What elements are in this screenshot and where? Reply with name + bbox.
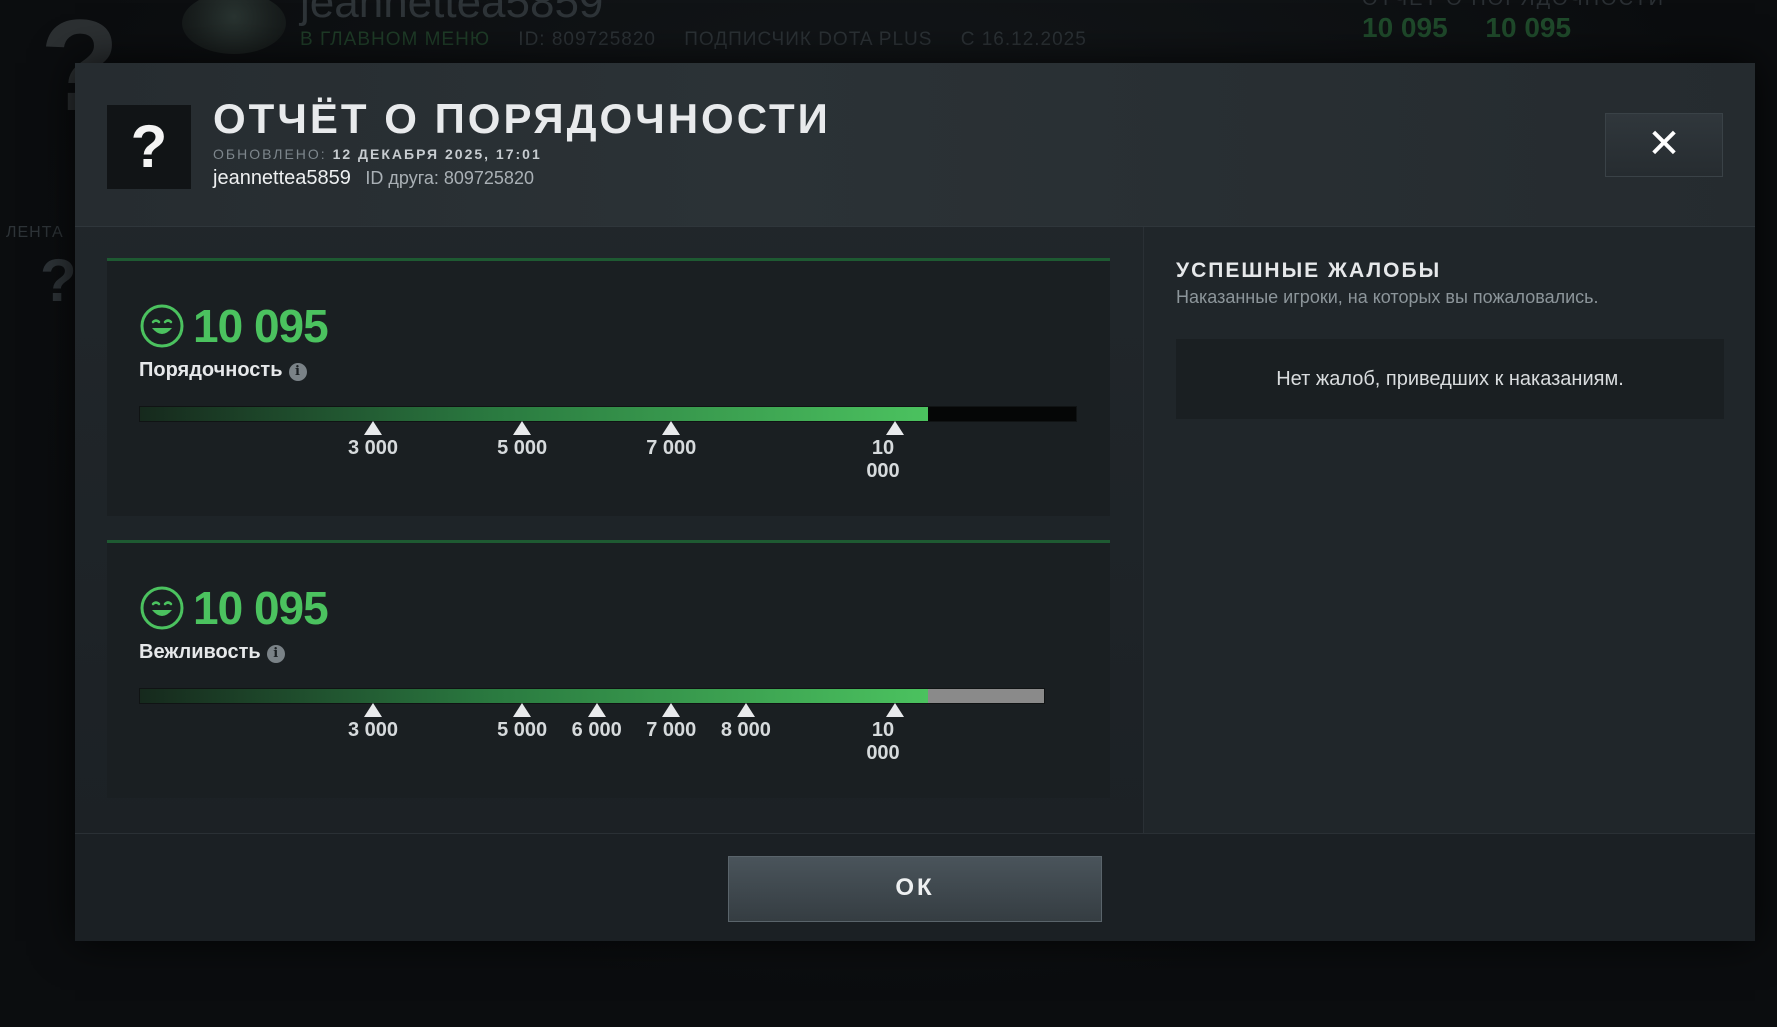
threshold-label: 3 000 (347, 719, 399, 741)
background-conduct-scores: 10 095 10 095 (1362, 12, 1601, 44)
info-icon[interactable]: i (288, 363, 307, 381)
threshold-marker (736, 703, 755, 717)
background-since: С 16.12.2025 (960, 29, 1087, 50)
friend-id: ID друга: 809725820 (365, 168, 534, 188)
threshold-label: 7 000 (646, 437, 697, 459)
background-conduct-score: 10 095 (1362, 12, 1448, 43)
threshold-marker (364, 703, 382, 717)
conduct-report-dialog: ? ОТЧЁТ О ПОРЯДОЧНОСТИ ОБНОВЛЕНО: 12 ДЕК… (75, 63, 1755, 941)
background-player-name: jeannettea5859 (300, 0, 604, 27)
conduct-label: Порядочность (139, 359, 283, 381)
dialog-title: ОТЧЁТ О ПОРЯДОЧНОСТИ (213, 95, 831, 142)
close-icon: ✕ (1647, 122, 1681, 166)
threshold-label: 5 000 (497, 437, 548, 459)
threshold-marker (364, 421, 382, 435)
dialog-header: ? ОТЧЁТ О ПОРЯДОЧНОСТИ ОБНОВЛЕНО: 12 ДЕК… (75, 63, 1755, 227)
behavior-score-panel: 10 095 Вежливость i 3 000 5 000 6 000 7 000 8… (107, 540, 1110, 798)
behavior-score-row: 10 095 (139, 581, 329, 634)
close-button[interactable]: ✕ (1605, 113, 1723, 177)
behavior-label-row: Вежливость i (139, 641, 285, 664)
threshold-marker (513, 421, 532, 435)
conduct-score-row: 10 095 (139, 299, 329, 352)
updated-label: ОБНОВЛЕНО: (213, 146, 327, 162)
conduct-label-row: Порядочность i (139, 359, 307, 382)
threshold-label: 8 000 (720, 719, 771, 741)
threshold-marker (662, 421, 681, 435)
threshold-marker (886, 703, 904, 717)
ok-button[interactable]: ОК (728, 856, 1102, 922)
background-feed-label: ЛЕНТА (6, 224, 64, 241)
successful-reports-section: УСПЕШНЫЕ ЖАЛОБЫ Наказанные игроки, на ко… (1143, 227, 1755, 833)
info-icon[interactable]: i (266, 645, 285, 663)
updated-line: ОБНОВЛЕНО: 12 ДЕКАБРЯ 2025, 17:01 (213, 146, 542, 162)
threshold-label: 10 000 (866, 437, 900, 482)
threshold-label: 3 000 (347, 437, 399, 459)
username: jeannettea5859 (213, 167, 351, 189)
threshold-label: 7 000 (646, 719, 697, 741)
conduct-progress-bar (139, 406, 1077, 422)
behavior-progress-bar (139, 688, 1045, 704)
threshold-marker (513, 703, 532, 717)
smile-icon (140, 586, 184, 630)
background-dota-plus: ПОДПИСЧИК DOTA PLUS (684, 29, 933, 50)
behavior-score: 10 095 (193, 582, 329, 634)
background-rank-emblem (182, 0, 286, 54)
behavior-label: Вежливость (139, 641, 261, 663)
dialog-footer: ОК (75, 833, 1755, 941)
threshold-marker (886, 421, 904, 435)
reports-title: УСПЕШНЫЕ ЖАЛОБЫ (1176, 259, 1442, 282)
threshold-label: 5 000 (497, 719, 548, 741)
background-status-line: В ГЛАВНОМ МЕНЮ ID: 809725820 ПОДПИСЧИК D… (300, 29, 1109, 51)
behavior-progress-fill (140, 689, 929, 703)
conduct-score-panel: 10 095 Порядочность i 3 000 5 000 7 000 10 0… (107, 258, 1110, 516)
background-steam-id: ID: 809725820 (518, 29, 656, 50)
background-behavior-score: 10 095 (1485, 12, 1572, 43)
conduct-progress-fill (140, 407, 928, 421)
background-status: В ГЛАВНОМ МЕНЮ (300, 29, 491, 50)
threshold-marker (662, 703, 681, 717)
background-conduct-title: ОТЧЁТ О ПОРЯДОЧНОСТИ (1362, 0, 1665, 11)
screen: ? jeannettea5859 В ГЛАВНОМ МЕНЮ ID: 8097… (0, 0, 1777, 1027)
threshold-label: 10 000 (866, 719, 900, 764)
player-avatar: ? (107, 105, 191, 189)
smile-icon (140, 304, 184, 348)
threshold-label: 6 000 (571, 719, 622, 741)
background-feed-avatar: ? (40, 247, 77, 314)
background-profile-header: ? jeannettea5859 В ГЛАВНОМ МЕНЮ ID: 8097… (0, 0, 1777, 130)
reports-subtitle: Наказанные игроки, на которых вы пожалов… (1176, 287, 1599, 307)
updated-value: 12 ДЕКАБРЯ 2025, 17:01 (332, 146, 542, 162)
user-line: jeannettea5859 ID друга: 809725820 (213, 167, 534, 190)
threshold-marker (587, 703, 606, 717)
conduct-score: 10 095 (193, 300, 329, 352)
reports-empty-message: Нет жалоб, приведших к наказаниям. (1176, 339, 1724, 419)
